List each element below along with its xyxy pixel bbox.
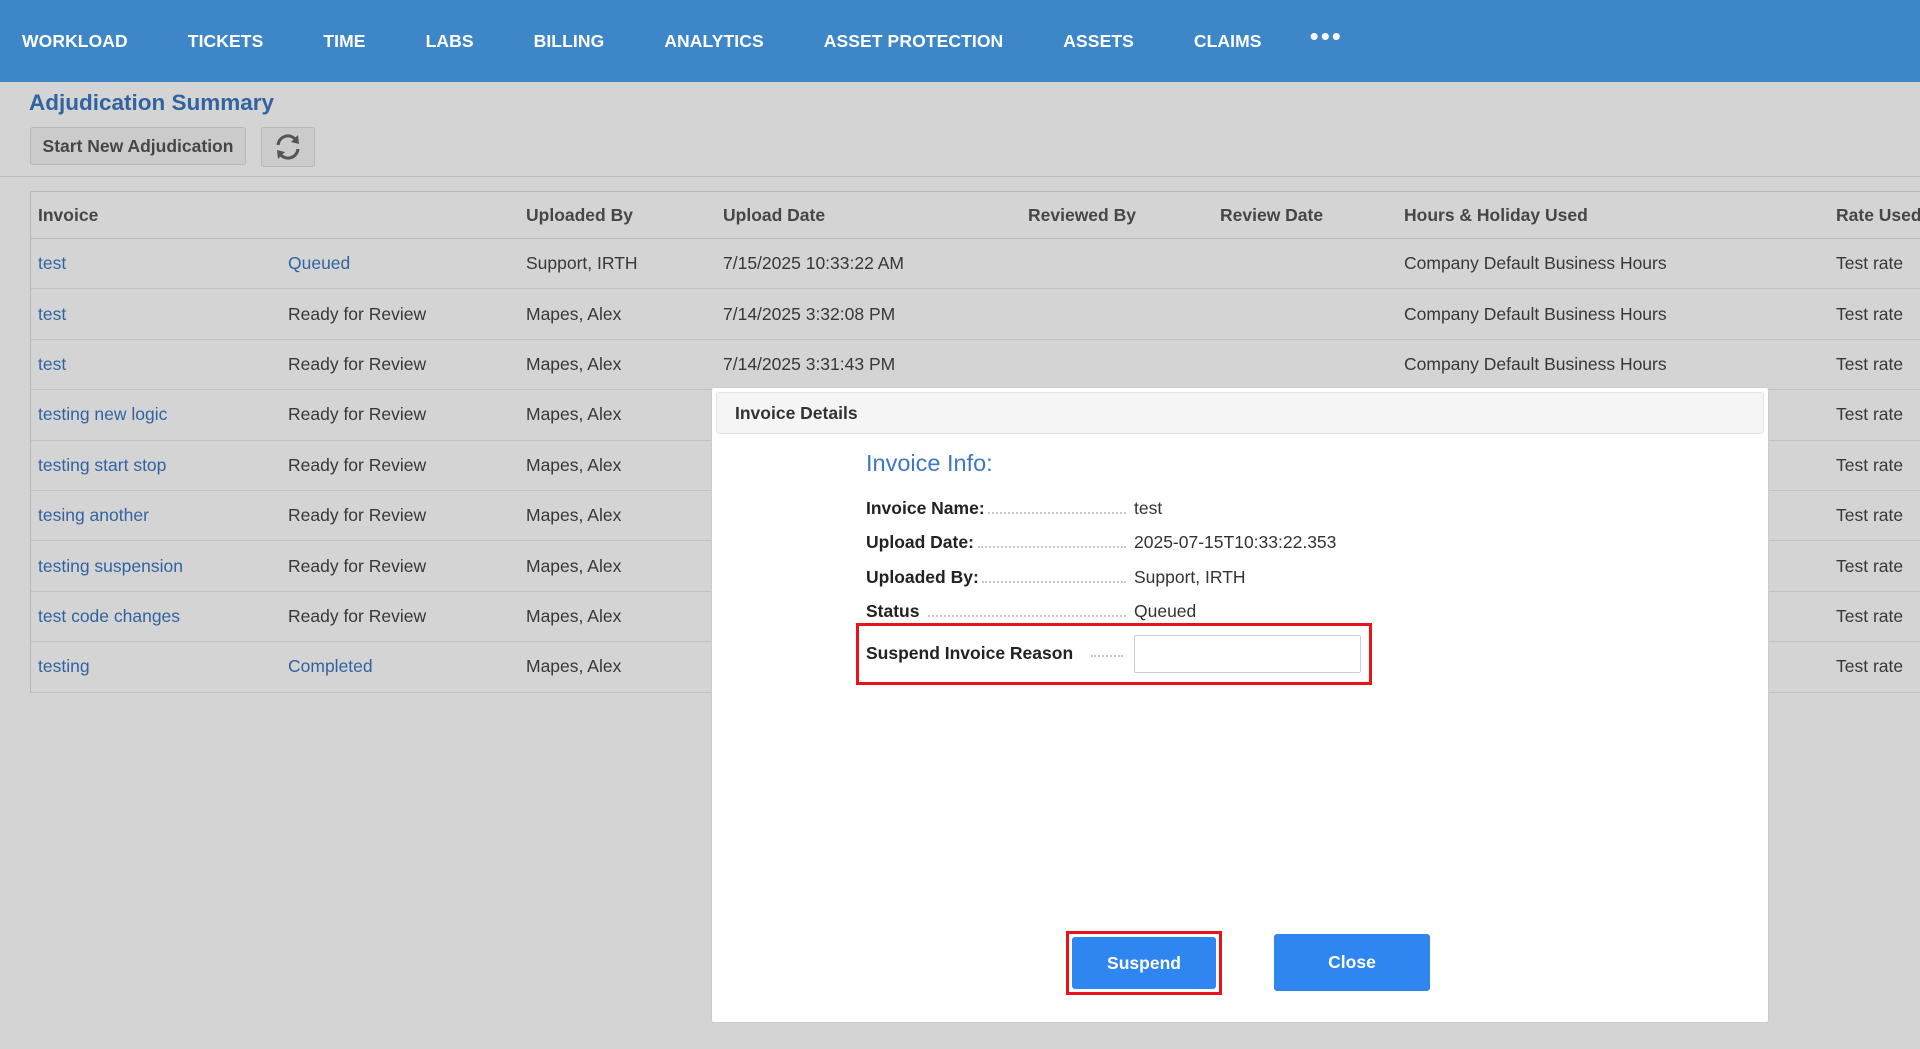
more-dots-icon[interactable]: ••• bbox=[1310, 23, 1343, 49]
modal-title: Invoice Details bbox=[716, 392, 1764, 434]
nav-billing[interactable]: BILLING bbox=[534, 31, 605, 52]
nav-assets[interactable]: ASSETS bbox=[1063, 31, 1134, 52]
leader-dots bbox=[928, 615, 1126, 617]
nav-time[interactable]: TIME bbox=[323, 31, 365, 52]
status-value: Queued bbox=[1134, 601, 1197, 621]
upload-date-row: Upload Date: 2025-07-15T10:33:22.353 bbox=[866, 529, 1356, 555]
leader-dots bbox=[988, 512, 1126, 514]
nav-workload[interactable]: WORKLOAD bbox=[22, 31, 128, 52]
uploaded-by-row: Uploaded By: Support, IRTH bbox=[866, 564, 1356, 590]
leader-dots bbox=[978, 546, 1126, 548]
nav-asset-protection[interactable]: ASSET PROTECTION bbox=[824, 31, 1004, 52]
upload-date-value: 2025-07-15T10:33:22.353 bbox=[1134, 532, 1337, 552]
invoice-name-value: test bbox=[1134, 498, 1163, 518]
suspend-button-highlight: Suspend bbox=[1066, 931, 1222, 995]
nav-tickets[interactable]: TICKETS bbox=[188, 31, 264, 52]
leader-dots bbox=[1091, 655, 1123, 657]
nav-labs[interactable]: LABS bbox=[426, 31, 474, 52]
status-label: Status bbox=[866, 601, 920, 621]
suspend-reason-highlight: Suspend Invoice Reason bbox=[856, 623, 1372, 685]
top-nav: WORKLOAD TICKETS TIME LABS BILLING ANALY… bbox=[0, 0, 1920, 82]
uploaded-by-label: Uploaded By: bbox=[866, 567, 979, 587]
suspend-reason-input[interactable] bbox=[1134, 635, 1361, 673]
close-button[interactable]: Close bbox=[1274, 934, 1430, 991]
leader-dots bbox=[982, 581, 1126, 583]
invoice-details-modal: Invoice Details Invoice Info: Invoice Na… bbox=[711, 387, 1769, 1023]
suspend-reason-label: Suspend Invoice Reason bbox=[866, 643, 1074, 663]
invoice-info-title: Invoice Info: bbox=[866, 450, 993, 476]
invoice-name-row: Invoice Name: test bbox=[866, 495, 1356, 521]
nav-analytics[interactable]: ANALYTICS bbox=[664, 31, 763, 52]
uploaded-by-value: Support, IRTH bbox=[1134, 567, 1246, 587]
suspend-button[interactable]: Suspend bbox=[1072, 937, 1216, 989]
nav-claims[interactable]: CLAIMS bbox=[1194, 31, 1262, 52]
status-row: Status Queued bbox=[866, 598, 1356, 624]
invoice-name-label: Invoice Name: bbox=[866, 498, 985, 518]
upload-date-label: Upload Date: bbox=[866, 532, 974, 552]
